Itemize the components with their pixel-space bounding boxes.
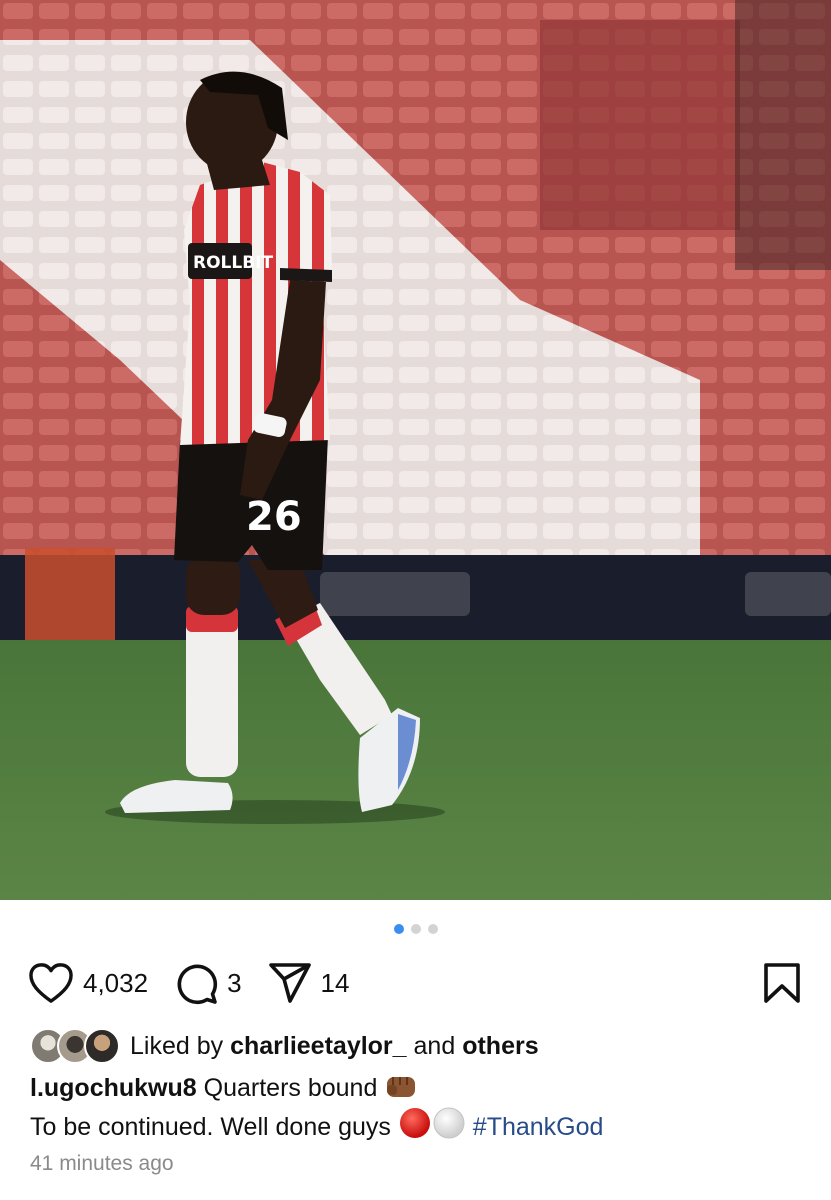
liked-by-prefix: Liked by [130,1031,224,1060]
comments-count[interactable]: 3 [227,968,241,999]
post-actions: 4,032 3 14 [28,960,801,1006]
like-action[interactable]: 4,032 [28,962,148,1004]
fist-emoji [387,1077,416,1097]
post-caption: l.ugochukwu8 Quarters bound To be contin… [30,1070,603,1145]
carousel-dot-2[interactable] [410,924,421,934]
photo-illustration: 26 ROLLBIT [0,0,831,900]
bookmark-icon[interactable] [763,962,801,1004]
caption-text-2: To be continued. Well done guys [30,1113,391,1141]
liked-by-others-link[interactable]: others [462,1032,538,1061]
liked-by-row[interactable]: Liked by charlieetaylor_ and others [30,1028,539,1064]
comment-action[interactable]: 3 [174,961,242,1005]
hashtag-link[interactable]: #ThankGod [473,1113,604,1141]
post-timestamp[interactable]: 41 minutes ago [30,1152,174,1176]
share-action[interactable]: 14 [268,962,350,1004]
bookmark-action[interactable] [763,962,801,1004]
carousel-dot-3[interactable] [427,924,438,934]
caption-text-1: Quarters bound [203,1074,378,1102]
shares-count[interactable]: 14 [321,968,350,999]
red-circle-emoji [399,1108,430,1138]
shorts-number: 26 [246,494,302,540]
liked-by-user-link[interactable]: charlieetaylor_ [230,1032,407,1061]
caption-line-1: l.ugochukwu8 Quarters bound [30,1070,603,1106]
white-circle-emoji [433,1107,465,1139]
share-icon[interactable] [268,962,312,1004]
post-photo[interactable]: 26 ROLLBIT [0,0,831,900]
carousel-dot-1[interactable] [393,924,404,934]
likes-count[interactable]: 4,032 [83,968,148,999]
comment-icon[interactable] [174,961,218,1005]
caption-line-2: To be continued. Well done guys #ThankGo… [30,1106,603,1145]
sponsor-logo: ROLLBIT [193,253,273,273]
liker-avatars[interactable] [30,1028,120,1064]
author-username[interactable]: l.ugochukwu8 [30,1074,197,1102]
heart-icon[interactable] [28,962,74,1004]
liked-by-and: and [413,1031,456,1060]
avatar[interactable] [84,1028,120,1064]
carousel-indicator [0,924,831,934]
